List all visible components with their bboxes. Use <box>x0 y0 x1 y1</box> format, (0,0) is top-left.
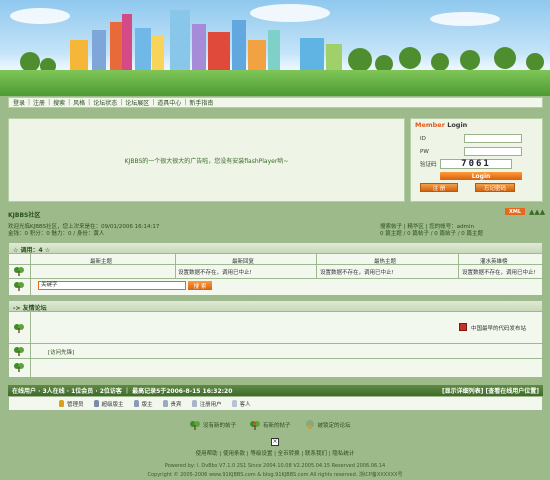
friend-links-panel: -> 友情论坛 <box>8 300 543 378</box>
locked-tree-icon <box>305 420 314 429</box>
id-row: ID <box>420 134 522 143</box>
flower-tree-icon <box>250 421 261 430</box>
register-button[interactable]: 注 册 <box>420 183 458 192</box>
col-heroes: 灌水英雄榜 <box>480 259 508 265</box>
user-role-legend: 管理员 超级版主 版主 贵宾 注册用户 客人 <box>8 396 543 411</box>
login-title: Member Login <box>415 121 468 129</box>
online-summary: 在线用户 · 3人在线 · 1位会员 · 2位访客 ｜ 最高记录5于2006-8… <box>12 388 233 395</box>
online-users-bar: 在线用户 · 3人在线 · 1位会员 · 2位访客 ｜ 最高记录5于2006-8… <box>8 385 543 396</box>
moderator-icon <box>133 400 139 407</box>
forum-name[interactable]: KJBBS社区 <box>8 210 40 219</box>
col-latest-replies: 最新回复 <box>232 259 255 265</box>
guest-icon <box>231 400 237 407</box>
grass-strip <box>0 70 550 96</box>
vip-icon <box>162 400 168 407</box>
xml-badge[interactable]: XML <box>505 208 525 215</box>
legend-locked-forum: 被锁定的论坛 <box>305 420 351 430</box>
nav-guide[interactable]: 新手指南 <box>189 98 213 107</box>
hot-panel-head: ☆ 调用：4 ☆ <box>9 243 542 254</box>
footer-powered-by: Powered by: I. DvBbs V7.1.0 2S1 Since 20… <box>164 463 386 469</box>
legend-no-new-posts: 没有新的帖子 <box>190 420 236 430</box>
search-button[interactable]: 搜 索 <box>188 281 212 290</box>
pw-row: PW <box>420 147 522 156</box>
ad-text: KJBBS的一个很大很大的广告啦，您没有安装flashPlayer哟~ <box>124 157 289 165</box>
tree-icon <box>14 347 24 356</box>
admin-icon <box>59 400 64 407</box>
logo-icon <box>459 323 467 331</box>
nav-search[interactable]: 搜索 <box>53 98 65 107</box>
nav-login[interactable]: 登录 <box>13 98 25 107</box>
password-field[interactable] <box>464 147 522 156</box>
legend-super-moderator: 超级版主 <box>93 400 124 408</box>
legend-vip: 贵宾 <box>162 400 182 408</box>
col-latest-topics: 最新主题 <box>90 259 113 265</box>
captcha-row: 验证码 7061 <box>420 159 512 169</box>
login-button[interactable]: Login <box>440 172 522 180</box>
col-hot-topics: 最热主题 <box>374 259 397 265</box>
nav-style[interactable]: 风格 <box>73 98 85 107</box>
legend-guest: 客人 <box>231 400 251 408</box>
captcha-image[interactable]: 7061 <box>440 159 512 169</box>
legend-moderator: 版主 <box>133 400 153 408</box>
id-field[interactable] <box>464 134 522 143</box>
search-input[interactable]: 关键字 <box>38 281 186 290</box>
hot-topics-msg: 设置数据不存在，调用已中止! <box>320 270 394 276</box>
forgot-password-button[interactable]: 忘记密码 <box>475 183 515 192</box>
tree-icon <box>14 267 24 276</box>
nav-register[interactable]: 注册 <box>33 98 45 107</box>
super-moderator-icon <box>93 400 99 407</box>
latest-replies-msg: 设置数据不存在，调用已中止! <box>178 270 252 276</box>
tree-icon <box>14 324 24 333</box>
tree-icon <box>190 421 200 430</box>
online-detail-links[interactable]: [显示详细列表] [查看在线用户位置] <box>442 386 539 395</box>
friend-text-link[interactable]: [访问先锋] <box>48 348 74 356</box>
nav-forum-show[interactable]: 论坛展区 <box>125 98 149 107</box>
tree-icon <box>14 363 24 372</box>
banner <box>0 0 550 96</box>
forum-icon-legend: 没有新的帖子 有新的帖子 被锁定的论坛 <box>190 420 351 430</box>
registered-user-icon <box>191 400 197 407</box>
rss-arrows-icon[interactable]: ▲▲▲ <box>529 208 545 216</box>
footer-links[interactable]: 使用帮助 | 使用条款 | 等级设置 | 全币转换 | 联系我们 | 隐私统计 <box>0 449 550 457</box>
top-nav: 登录 | 注册 | 搜索 | 风格 | 论坛状态 | 论坛展区 | 道具中心 | 新手指南 <box>8 97 543 108</box>
post-stats: 0 篇主题 / 0 篇帖子 / 0 篇帖子 / 0 篇主题 <box>380 231 484 237</box>
user-stats: 金钱：0 积分：0 魅力：0 / 身份：黄人 <box>8 231 105 237</box>
legend-new-posts: 有新的帖子 <box>250 420 291 430</box>
nav-item-center[interactable]: 道具中心 <box>157 98 181 107</box>
close-icon[interactable]: × <box>271 438 279 446</box>
friend-logo-link[interactable]: 中国最早的代码发布站 <box>471 324 526 332</box>
legend-admin: 管理员 <box>59 400 84 408</box>
tree-icon <box>14 282 24 291</box>
flash-ad-area: KJBBS的一个很大很大的广告啦，您没有安装flashPlayer哟~ <box>8 118 405 202</box>
heroes-msg: 设置数据不存在，调用已中止! <box>462 270 536 276</box>
legend-registered: 注册用户 <box>191 400 222 408</box>
friend-links-head: -> 友情论坛 <box>9 301 542 312</box>
nav-forum-status[interactable]: 论坛状态 <box>93 98 117 107</box>
footer-copyright: Copyright © 2005-2006 www.91KJBBS.com & … <box>147 472 403 478</box>
